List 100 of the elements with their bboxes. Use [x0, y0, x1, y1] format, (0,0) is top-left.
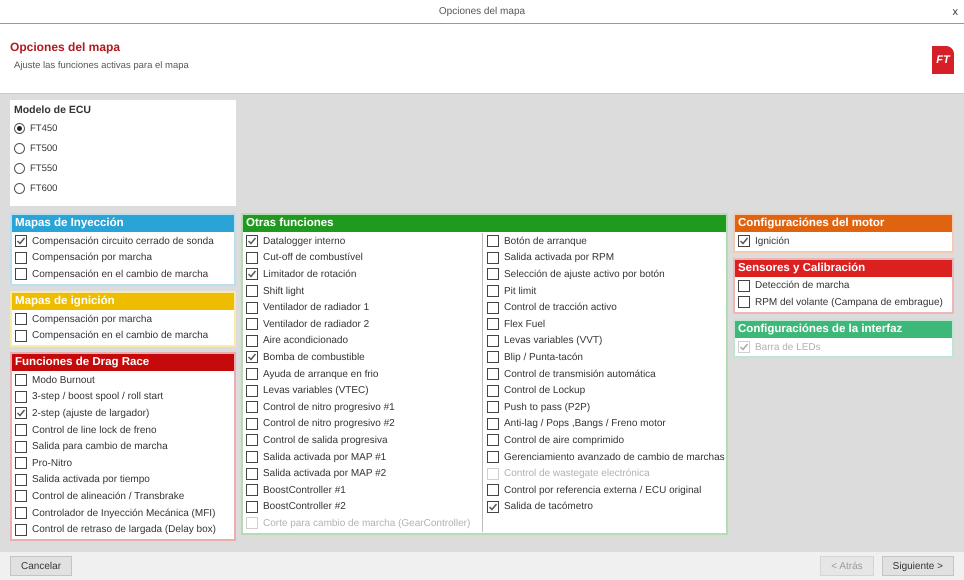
checkbox[interactable] — [246, 451, 258, 464]
checkbox-option[interactable]: Pro-Nitro — [15, 454, 231, 472]
checkbox-option[interactable]: Control por referencia externa / ECU original — [487, 482, 723, 498]
checkbox-option[interactable]: Flex Fuel — [487, 316, 723, 333]
checkbox[interactable] — [487, 302, 499, 314]
checkbox-option[interactable]: Compensación en el cambio de marcha — [15, 327, 231, 344]
checkbox-option[interactable]: BoostController #2 — [246, 498, 478, 516]
checkbox[interactable] — [487, 500, 499, 513]
checkbox-option[interactable]: Salida activada por RPM — [487, 250, 723, 266]
checkbox-option[interactable]: BoostController #1 — [246, 482, 478, 498]
checkbox[interactable] — [15, 374, 27, 386]
checkbox-option[interactable]: Controlador de Inyección Mecánica (MFI) — [15, 504, 231, 522]
checkbox[interactable] — [15, 490, 27, 502]
checkbox[interactable] — [15, 330, 27, 342]
checkbox-option[interactable]: Compensación por marcha — [15, 250, 231, 266]
checkbox-option[interactable]: Compensación en el cambio de marcha — [15, 266, 231, 283]
checkbox[interactable] — [738, 235, 750, 248]
checkbox[interactable] — [246, 302, 258, 314]
checkbox-option[interactable]: Bomba de combustible — [246, 349, 478, 366]
checkbox-option[interactable]: Control de nitro progresivo #1 — [246, 398, 478, 416]
checkbox-option[interactable]: Control de salida progresiva — [246, 432, 478, 449]
checkbox-option[interactable]: Gerenciamiento avanzado de cambio de marchas — [487, 448, 723, 466]
checkbox-option[interactable]: Levas variables (VVT) — [487, 332, 723, 350]
checkbox[interactable] — [15, 268, 27, 280]
checkbox[interactable] — [246, 268, 258, 280]
checkbox[interactable] — [738, 280, 750, 292]
checkbox-option[interactable]: 3-step / boost spool / roll start — [15, 388, 231, 406]
checkbox-option[interactable]: Ventilador de radiador 1 — [246, 299, 478, 316]
checkbox-option[interactable]: Levas variables (VTEC) — [246, 382, 478, 399]
checkbox-option[interactable]: Control de aire comprimido — [487, 432, 723, 449]
checkbox[interactable] — [487, 351, 499, 364]
checkbox[interactable] — [246, 401, 258, 414]
checkbox[interactable] — [487, 235, 499, 248]
checkbox[interactable] — [15, 507, 27, 520]
checkbox[interactable] — [487, 318, 499, 330]
checkbox[interactable] — [487, 451, 499, 464]
radio-option[interactable]: FT600 — [14, 178, 232, 199]
checkbox[interactable] — [487, 368, 499, 380]
checkbox[interactable] — [487, 401, 499, 414]
checkbox[interactable] — [15, 313, 27, 326]
checkbox-option[interactable]: Aire acondicionado — [246, 332, 478, 350]
checkbox-option[interactable]: RPM del volante (Campana de embrague) — [738, 294, 949, 311]
checkbox[interactable] — [246, 468, 258, 480]
checkbox[interactable] — [15, 440, 27, 453]
checkbox[interactable] — [15, 524, 27, 536]
checkbox-option[interactable]: Salida activada por tiempo — [15, 472, 231, 488]
checkbox[interactable] — [487, 285, 499, 298]
radio-button[interactable] — [14, 123, 25, 134]
checkbox[interactable] — [246, 351, 258, 364]
checkbox-option[interactable]: Ayuda de arranque en frio — [246, 366, 478, 382]
checkbox-option[interactable]: Modo Burnout — [15, 372, 231, 389]
checkbox[interactable] — [738, 296, 750, 308]
checkbox[interactable] — [15, 424, 27, 436]
checkbox[interactable] — [246, 334, 258, 347]
checkbox-option[interactable]: Compensación circuito cerrado de sonda — [15, 233, 231, 250]
checkbox-option[interactable]: Pit limit — [487, 282, 723, 300]
checkbox[interactable] — [246, 500, 258, 513]
checkbox[interactable] — [246, 434, 258, 446]
checkbox-option[interactable]: Salida para cambio de marcha — [15, 438, 231, 455]
checkbox-option[interactable]: Compensación por marcha — [15, 310, 231, 328]
dialog-button[interactable]: Siguiente > — [882, 556, 954, 576]
radio-button[interactable] — [14, 183, 25, 194]
checkbox[interactable] — [246, 484, 258, 496]
checkbox[interactable] — [15, 235, 27, 248]
checkbox[interactable] — [15, 390, 27, 403]
checkbox-option[interactable]: Salida activada por MAP #1 — [246, 448, 478, 466]
radio-button[interactable] — [14, 163, 25, 174]
checkbox-option[interactable]: Control de nitro progresivo #2 — [246, 416, 478, 432]
checkbox[interactable] — [246, 285, 258, 298]
checkbox[interactable] — [487, 484, 499, 496]
checkbox[interactable] — [15, 457, 27, 470]
checkbox[interactable] — [487, 334, 499, 347]
checkbox[interactable] — [487, 252, 499, 264]
checkbox-option[interactable]: Ignición — [738, 233, 949, 250]
checkbox[interactable] — [487, 434, 499, 446]
checkbox-option[interactable]: Limitador de rotación — [246, 266, 478, 283]
checkbox-option[interactable]: Ventilador de radiador 2 — [246, 316, 478, 333]
checkbox-option[interactable]: Cut-off de combustível — [246, 250, 478, 266]
checkbox[interactable] — [246, 384, 258, 397]
checkbox[interactable] — [487, 418, 499, 430]
checkbox-option[interactable]: Salida de tacómetro — [487, 498, 723, 516]
radio-option[interactable]: FT450 — [14, 118, 232, 139]
checkbox-option[interactable]: Control de tracción activo — [487, 299, 723, 316]
checkbox[interactable] — [246, 418, 258, 430]
checkbox[interactable] — [15, 474, 27, 486]
checkbox-option[interactable]: Salida activada por MAP #2 — [246, 465, 478, 482]
checkbox-option[interactable]: Detección de marcha — [738, 278, 949, 294]
checkbox-option[interactable]: Selección de ajuste activo por botón — [487, 266, 723, 283]
checkbox-option[interactable]: Botón de arranque — [487, 233, 723, 250]
checkbox[interactable] — [15, 407, 27, 420]
checkbox-option[interactable]: Control de Lockup — [487, 382, 723, 399]
checkbox[interactable] — [246, 235, 258, 248]
radio-option[interactable]: FT550 — [14, 158, 232, 179]
checkbox[interactable] — [246, 252, 258, 264]
checkbox[interactable] — [487, 384, 499, 397]
checkbox-option[interactable]: Control de line lock de freno — [15, 422, 231, 438]
checkbox[interactable] — [246, 318, 258, 330]
checkbox-option[interactable]: Anti-lag / Pops ,Bangs / Freno motor — [487, 416, 723, 432]
checkbox-option[interactable]: Control de transmisión automática — [487, 366, 723, 382]
checkbox-option[interactable]: Control de alineación / Transbrake — [15, 488, 231, 505]
